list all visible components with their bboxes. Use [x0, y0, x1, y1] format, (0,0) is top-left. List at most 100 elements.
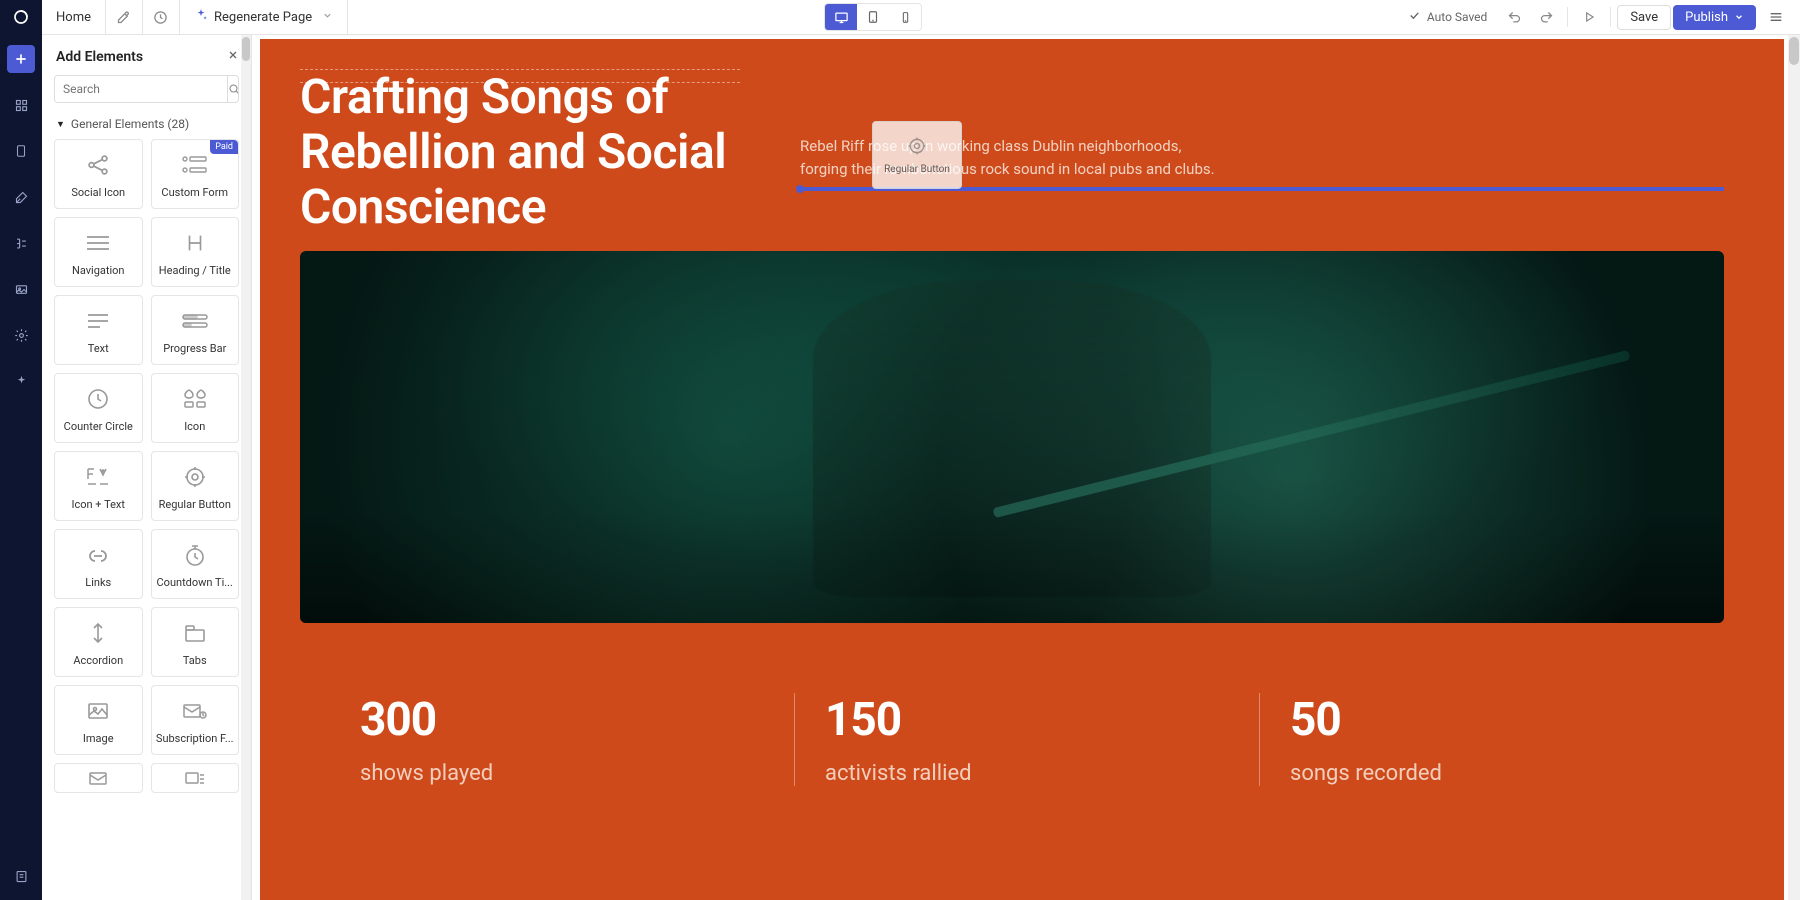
- drop-zone-outline: [300, 69, 740, 83]
- left-rail: Feedback: [0, 35, 42, 900]
- autosave-status: Auto Saved: [1398, 9, 1497, 25]
- app-logo[interactable]: [0, 0, 42, 35]
- element-tile-custom-form[interactable]: Paid Custom Form: [151, 139, 240, 209]
- triangle-down-icon: ▼: [56, 119, 65, 130]
- canvas-area: Crafting Songs of Rebellion and Social C…: [252, 35, 1800, 900]
- tile-label: Subscription F...: [152, 732, 238, 745]
- stat-item[interactable]: 300 shows played: [330, 693, 794, 786]
- element-tile-icon-text[interactable]: Icon + Text: [54, 451, 143, 521]
- history-icon[interactable]: [143, 0, 179, 35]
- partial-icon: [183, 764, 207, 792]
- navigation-icon: [85, 228, 111, 258]
- tile-label: Links: [81, 576, 115, 589]
- home-button[interactable]: Home: [42, 10, 105, 25]
- rail-design-button[interactable]: [7, 183, 35, 211]
- panel-search: [54, 75, 239, 103]
- device-mobile-button[interactable]: [889, 4, 921, 30]
- rail-settings-button[interactable]: [7, 321, 35, 349]
- element-tile-image[interactable]: Image: [54, 685, 143, 755]
- paid-badge: Paid: [210, 140, 238, 154]
- regenerate-page-button[interactable]: Regenerate Page: [180, 8, 347, 26]
- tile-label: Countdown Ti...: [153, 576, 237, 589]
- rail-layout-button[interactable]: [7, 91, 35, 119]
- hero-description[interactable]: Rebel Riff rose up in working class Dubl…: [800, 135, 1220, 182]
- canvas-scrollbar[interactable]: [1788, 35, 1800, 900]
- element-tile-progress-bar[interactable]: Progress Bar: [151, 295, 240, 365]
- icon-icon: [181, 384, 209, 414]
- panel-title: Add Elements: [56, 49, 143, 65]
- accordion-icon: [88, 618, 108, 648]
- stat-label: activists rallied: [825, 761, 1229, 786]
- heading-title-icon: [184, 228, 206, 258]
- top-toolbar: Home Regenerate Page: [0, 0, 1800, 35]
- tile-label: Navigation: [68, 264, 129, 277]
- tile-label: Progress Bar: [159, 342, 230, 355]
- counter-circle-icon: [86, 384, 110, 414]
- rail-page-button[interactable]: [7, 137, 35, 165]
- element-tile-text[interactable]: Text: [54, 295, 143, 365]
- category-header[interactable]: ▼ General Elements (28): [42, 111, 251, 139]
- tile-label: Heading / Title: [155, 264, 235, 277]
- hero-title[interactable]: Crafting Songs of Rebellion and Social C…: [300, 69, 760, 235]
- progress-bar-icon: [181, 306, 209, 336]
- page-canvas[interactable]: Crafting Songs of Rebellion and Social C…: [260, 39, 1784, 900]
- rail-media-button[interactable]: [7, 275, 35, 303]
- rail-docs-button[interactable]: [7, 862, 35, 890]
- add-elements-panel: Add Elements ▼ General Elements (28) Soc…: [42, 35, 252, 900]
- icon-text-icon: [84, 462, 112, 492]
- countdown-timer-icon: [184, 540, 206, 570]
- element-tile-counter-circle[interactable]: Counter Circle: [54, 373, 143, 443]
- element-tile-regular-button[interactable]: Regular Button: [151, 451, 240, 521]
- stat-number: 50: [1290, 693, 1694, 747]
- rail-add-button[interactable]: [7, 45, 35, 73]
- preview-button[interactable]: [1574, 3, 1604, 31]
- tile-label: Icon: [180, 420, 209, 433]
- panel-scrollbar[interactable]: [241, 35, 251, 900]
- element-tile-countdown-timer[interactable]: Countdown Ti...: [151, 529, 240, 599]
- stat-label: songs recorded: [1290, 761, 1694, 786]
- regular-button-icon: [183, 462, 207, 492]
- text-icon: [86, 306, 110, 336]
- sparkle-icon: [194, 8, 208, 26]
- panel-close-button[interactable]: [227, 49, 239, 65]
- element-tile-social-icon[interactable]: Social Icon: [54, 139, 143, 209]
- hero-image[interactable]: [300, 251, 1724, 623]
- save-button[interactable]: Save: [1617, 5, 1671, 30]
- element-tile-partial[interactable]: [54, 763, 143, 793]
- element-tile-navigation[interactable]: Navigation: [54, 217, 143, 287]
- tile-label: Icon + Text: [67, 498, 129, 511]
- custom-form-icon: [180, 150, 210, 180]
- element-tile-subscription-form[interactable]: Subscription F...: [151, 685, 240, 755]
- rail-tree-button[interactable]: [7, 229, 35, 257]
- stats-row: 300 shows played 150 activists rallied 5…: [260, 653, 1784, 786]
- redo-button[interactable]: [1531, 3, 1561, 31]
- tile-label: Accordion: [69, 654, 127, 667]
- undo-button[interactable]: [1499, 3, 1529, 31]
- tabs-icon: [183, 618, 207, 648]
- element-tile-partial[interactable]: [151, 763, 240, 793]
- rail-ai-button[interactable]: [7, 367, 35, 395]
- stat-number: 150: [825, 693, 1229, 747]
- publish-button[interactable]: Publish: [1673, 5, 1756, 30]
- check-icon: [1408, 9, 1421, 25]
- tile-label: Counter Circle: [60, 420, 137, 433]
- element-tile-links[interactable]: Links: [54, 529, 143, 599]
- tile-label: Regular Button: [155, 498, 235, 511]
- element-tile-accordion[interactable]: Accordion: [54, 607, 143, 677]
- menu-button[interactable]: [1762, 3, 1790, 31]
- stat-item[interactable]: 150 activists rallied: [794, 693, 1259, 786]
- tile-label: Custom Form: [157, 186, 232, 199]
- tool-icon-1[interactable]: [106, 0, 142, 35]
- element-tile-heading-title[interactable]: Heading / Title: [151, 217, 240, 287]
- element-tile-icon[interactable]: Icon: [151, 373, 240, 443]
- chevron-down-icon: [322, 10, 333, 25]
- stat-item[interactable]: 50 songs recorded: [1259, 693, 1724, 786]
- drop-insertion-line: [800, 187, 1724, 191]
- tile-label: Social Icon: [67, 186, 129, 199]
- device-desktop-button[interactable]: [825, 4, 857, 30]
- stat-label: shows played: [360, 761, 764, 786]
- search-icon[interactable]: [227, 76, 239, 102]
- search-input[interactable]: [55, 76, 227, 102]
- element-tile-tabs[interactable]: Tabs: [151, 607, 240, 677]
- device-tablet-button[interactable]: [857, 4, 889, 30]
